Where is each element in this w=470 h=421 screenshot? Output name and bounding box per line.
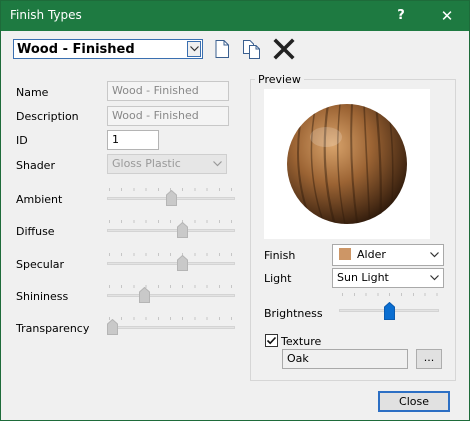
finish-dropdown[interactable]: Alder bbox=[332, 244, 444, 266]
specular-slider-thumb[interactable] bbox=[177, 255, 189, 271]
description-field[interactable]: Wood - Finished bbox=[107, 106, 229, 126]
texture-label: Texture bbox=[281, 335, 322, 348]
checkmark-icon bbox=[266, 336, 277, 345]
light-value: Sun Light bbox=[337, 271, 389, 284]
brightness-label: Brightness bbox=[264, 307, 323, 320]
finish-label: Finish bbox=[264, 249, 296, 262]
texture-field[interactable]: Oak bbox=[282, 349, 408, 369]
finish-type-combo-value: Wood - Finished bbox=[17, 42, 135, 57]
name-field[interactable]: Wood - Finished bbox=[107, 81, 229, 101]
chevron-down-icon bbox=[430, 252, 439, 258]
transparency-label: Transparency bbox=[16, 322, 90, 335]
finish-color-swatch bbox=[339, 248, 351, 260]
shader-dropdown[interactable]: Gloss Plastic bbox=[107, 154, 227, 174]
id-field[interactable]: 1 bbox=[107, 130, 159, 150]
id-label: ID bbox=[16, 134, 28, 147]
copy-document-icon[interactable] bbox=[241, 38, 263, 60]
preview-image bbox=[264, 89, 430, 239]
chevron-down-icon bbox=[430, 275, 439, 281]
ambient-slider-thumb[interactable] bbox=[165, 190, 177, 206]
help-button[interactable]: ? bbox=[384, 1, 418, 31]
light-label: Light bbox=[264, 272, 292, 285]
diffuse-slider[interactable] bbox=[107, 220, 235, 240]
ambient-label: Ambient bbox=[16, 193, 63, 206]
browse-texture-button[interactable]: ... bbox=[416, 349, 442, 369]
new-document-icon[interactable] bbox=[211, 38, 233, 60]
shader-value: Gloss Plastic bbox=[112, 157, 181, 170]
chevron-down-icon bbox=[213, 161, 222, 167]
name-label: Name bbox=[16, 86, 49, 99]
shininess-slider-thumb[interactable] bbox=[138, 287, 150, 303]
close-button[interactable]: Close bbox=[378, 391, 450, 412]
transparency-slider-thumb[interactable] bbox=[107, 319, 118, 335]
chevron-down-icon bbox=[190, 46, 199, 52]
specular-label: Specular bbox=[16, 258, 65, 271]
diffuse-slider-thumb[interactable] bbox=[177, 222, 189, 238]
texture-checkbox[interactable] bbox=[265, 334, 278, 347]
delete-x-icon[interactable] bbox=[273, 38, 295, 60]
specular-slider[interactable] bbox=[107, 253, 235, 273]
combo-dropdown-button[interactable] bbox=[187, 41, 201, 57]
description-label: Description bbox=[16, 110, 79, 123]
brightness-slider-thumb[interactable] bbox=[383, 302, 395, 320]
window-close-button[interactable]: ✕ bbox=[425, 1, 469, 31]
shininess-slider[interactable] bbox=[107, 285, 235, 305]
ambient-slider[interactable] bbox=[107, 188, 235, 208]
brightness-slider[interactable] bbox=[339, 293, 439, 323]
finish-type-combo[interactable]: Wood - Finished bbox=[13, 39, 203, 59]
preview-group-title: Preview bbox=[255, 73, 304, 86]
title-bar: Finish Types ? ✕ bbox=[1, 1, 469, 31]
transparency-slider[interactable] bbox=[107, 317, 235, 337]
light-dropdown[interactable]: Sun Light bbox=[332, 268, 444, 288]
wood-sphere-preview bbox=[287, 104, 407, 224]
window-title: Finish Types bbox=[10, 8, 82, 22]
finish-value: Alder bbox=[357, 248, 386, 261]
diffuse-label: Diffuse bbox=[16, 225, 55, 238]
finish-types-dialog: Finish Types ? ✕ Wood - Finished Name Wo… bbox=[0, 0, 470, 421]
shader-label: Shader bbox=[16, 159, 55, 172]
shininess-label: Shininess bbox=[16, 290, 69, 303]
